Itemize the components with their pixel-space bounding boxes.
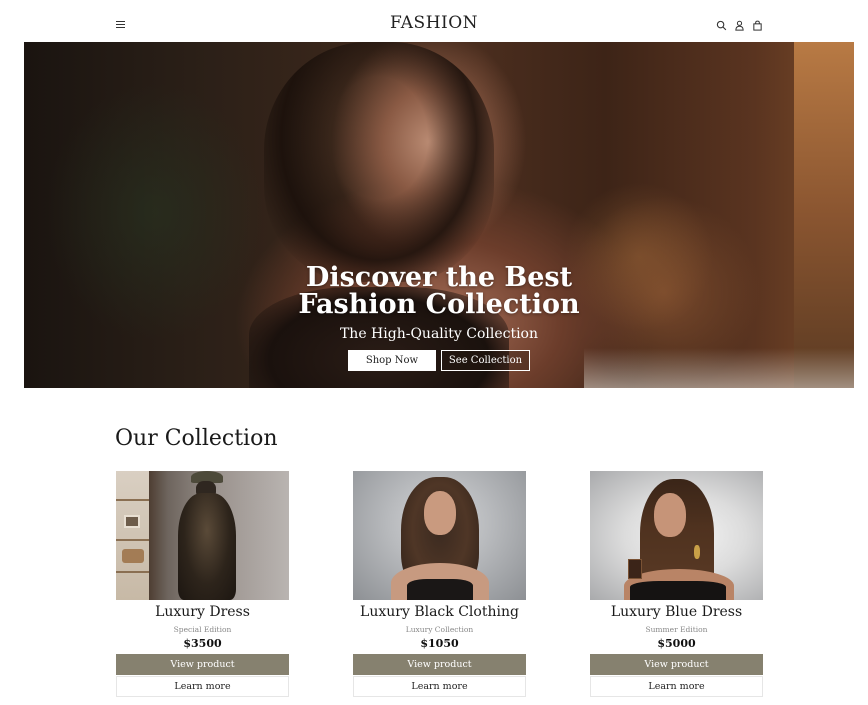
see-collection-button[interactable]: See Collection <box>441 350 530 371</box>
product-price: $3500 <box>183 637 222 650</box>
hero-sofa <box>584 348 854 388</box>
model-black-top <box>407 579 473 600</box>
product-image[interactable] <box>116 471 289 600</box>
hero-banner: Discover the Best Fashion Collection The… <box>24 42 854 388</box>
product-name[interactable]: Luxury Blue Dress <box>590 604 763 620</box>
product-edition: Luxury Collection <box>405 625 474 634</box>
product-name[interactable]: Luxury Black Clothing <box>353 604 526 620</box>
view-product-button[interactable]: View product <box>590 654 763 675</box>
model-face <box>654 493 686 537</box>
shelf-decor <box>116 471 149 600</box>
box-decor <box>122 549 144 563</box>
learn-more-button[interactable]: Learn more <box>353 676 526 697</box>
product-edition: Special Edition <box>173 625 232 634</box>
product-card: Luxury Blue Dress Summer Edition $5000 V… <box>590 471 763 697</box>
product-price: $1050 <box>420 637 459 650</box>
picture-frame-decor <box>124 515 140 528</box>
product-card: Luxury Dress Special Edition $3500 View … <box>116 471 289 697</box>
bag-icon[interactable] <box>752 20 763 31</box>
view-product-button[interactable]: View product <box>116 654 289 675</box>
shop-now-button[interactable]: Shop Now <box>348 350 436 371</box>
hero-title: Discover the Best Fashion Collection <box>24 264 854 318</box>
product-price: $5000 <box>657 637 696 650</box>
product-image[interactable] <box>590 471 763 600</box>
model-earring <box>694 545 700 559</box>
site-header: FASHION <box>0 0 868 42</box>
model-black-top <box>630 581 726 600</box>
hero-model-hair <box>264 42 494 282</box>
product-image[interactable] <box>353 471 526 600</box>
product-name[interactable]: Luxury Dress <box>116 604 289 620</box>
learn-more-button[interactable]: Learn more <box>116 676 289 697</box>
perfume-bottle <box>628 559 642 579</box>
section-title: Our Collection <box>115 426 278 451</box>
dress-garment <box>178 493 236 600</box>
hero-subtitle: The High-Quality Collection <box>339 326 539 342</box>
header-actions <box>716 20 763 31</box>
learn-more-button[interactable]: Learn more <box>590 676 763 697</box>
product-edition: Summer Edition <box>645 625 708 634</box>
user-icon[interactable] <box>734 20 745 31</box>
hero-title-line-1: Discover the Best <box>305 262 573 293</box>
hero-title-line-2: Fashion Collection <box>298 289 580 320</box>
product-card: Luxury Black Clothing Luxury Collection … <box>353 471 526 697</box>
search-icon[interactable] <box>716 20 727 31</box>
view-product-button[interactable]: View product <box>353 654 526 675</box>
model-face <box>424 491 456 535</box>
